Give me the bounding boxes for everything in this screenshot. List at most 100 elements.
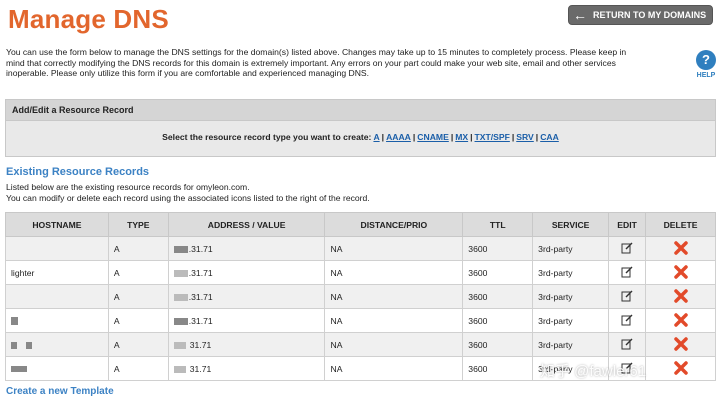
return-to-my-domains-button[interactable]: ← RETURN TO MY DOMAINS — [568, 5, 713, 25]
prio-cell: NA — [324, 260, 464, 285]
intro-line-2: mind that correctly modifying the DNS re… — [6, 57, 616, 68]
type-cell: A — [107, 284, 169, 309]
record-type-link-txt-spf[interactable]: TXT/SPF — [475, 132, 510, 142]
edit-cell — [608, 236, 647, 261]
prio-cell: NA — [324, 236, 464, 261]
service-cell: 3rd-party — [532, 236, 610, 261]
address-cell: 31.71 — [167, 332, 326, 357]
hostname-cell: lighter — [5, 260, 109, 285]
address-cell: 31.71 — [167, 356, 326, 381]
delete-icon[interactable] — [673, 240, 688, 255]
record-type-selector: Select the resource record type you want… — [6, 132, 715, 142]
redacted-block — [26, 341, 32, 349]
record-type-link-caa[interactable]: CAA — [540, 132, 559, 142]
address-value: 31.71 — [189, 363, 212, 374]
prio-cell: NA — [324, 284, 464, 309]
edit-icon[interactable] — [621, 338, 633, 350]
delete-cell — [645, 356, 716, 381]
edit-cell — [608, 284, 647, 309]
hostname-cell — [5, 308, 109, 333]
record-type-link-cname[interactable]: CNAME — [417, 132, 449, 142]
table-row: lighter A .31.71 NA 3600 3rd-party — [5, 260, 716, 285]
ttl-cell: 3600 — [462, 284, 534, 309]
separator: | — [470, 132, 473, 142]
header-type: TYPE — [107, 212, 169, 237]
redacted-block — [11, 317, 18, 326]
separator: | — [450, 132, 454, 142]
delete-icon[interactable] — [673, 336, 688, 351]
delete-cell — [645, 284, 716, 309]
intro-text: You can use the form below to manage the… — [6, 47, 678, 79]
records-desc-line-2: You can modify or delete each record usi… — [6, 192, 370, 203]
delete-icon[interactable] — [673, 312, 688, 327]
edit-cell — [608, 308, 647, 333]
edit-icon[interactable] — [621, 314, 633, 326]
service-cell: 3rd-party — [532, 308, 610, 333]
service-cell: 3rd-party — [532, 260, 610, 285]
address-cell: .31.71 — [167, 284, 326, 309]
type-cell: A — [107, 260, 169, 285]
service-cell: 3rd-party — [532, 332, 610, 357]
create-template-link[interactable]: Create a new Template — [6, 386, 114, 397]
prio-cell: NA — [324, 356, 464, 381]
record-type-link-aaaa[interactable]: AAAA — [386, 132, 411, 142]
record-type-link-srv[interactable]: SRV — [516, 132, 534, 142]
service-cell: 3rd-party — [532, 284, 610, 309]
record-type-link-mx[interactable]: MX — [455, 132, 468, 142]
intro-line-3: inoperable. Please only utilize this for… — [6, 68, 370, 79]
delete-icon[interactable] — [673, 264, 688, 279]
type-cell: A — [107, 236, 169, 261]
table-row: A .31.71 NA 3600 3rd-party — [5, 308, 716, 333]
record-type-prompt: Select the resource record type you want… — [162, 132, 372, 142]
ttl-cell: 3600 — [462, 308, 534, 333]
address-cell: .31.71 — [167, 260, 326, 285]
existing-records-title: Existing Resource Records — [6, 166, 150, 178]
delete-cell — [645, 260, 716, 285]
arrow-left-icon: ← — [573, 7, 587, 23]
delete-icon[interactable] — [673, 288, 688, 303]
prio-cell: NA — [324, 332, 464, 357]
address-value: .31.71 — [188, 291, 213, 302]
edit-icon[interactable] — [621, 242, 633, 254]
edit-icon[interactable] — [621, 290, 633, 302]
address-value: .31.71 — [188, 243, 213, 254]
prio-cell: NA — [324, 308, 464, 333]
address-value: 31.71 — [189, 339, 212, 350]
edit-icon[interactable] — [621, 266, 633, 278]
redacted-block — [173, 269, 188, 277]
redacted-block — [173, 365, 186, 373]
record-type-link-a[interactable]: A — [373, 132, 379, 142]
table-row: A 31.71 NA 3600 3rd-party — [5, 332, 716, 357]
redacted-block — [173, 245, 188, 253]
header-address: ADDRESS / VALUE — [167, 212, 326, 237]
delete-cell — [645, 236, 716, 261]
ttl-cell: 3600 — [462, 332, 534, 357]
address-cell: .31.71 — [167, 236, 326, 261]
page-title: Manage DNS — [8, 4, 169, 34]
help-label: HELP — [696, 72, 716, 79]
redacted-block — [173, 341, 186, 349]
header-hostname: HOSTNAME — [5, 212, 109, 237]
header-edit: EDIT — [608, 212, 647, 237]
header-delete: DELETE — [645, 212, 716, 237]
help-button[interactable]: ? HELP — [694, 50, 718, 79]
address-value: .31.71 — [188, 267, 213, 278]
redacted-block — [11, 341, 17, 349]
hostname-cell — [5, 236, 109, 261]
ttl-cell: 3600 — [462, 356, 534, 381]
table-row: A .31.71 NA 3600 3rd-party — [5, 236, 716, 261]
records-desc-line-1: Listed below are the existing resource r… — [6, 182, 250, 192]
table-row: A .31.71 NA 3600 3rd-party — [5, 284, 716, 309]
separator: | — [535, 132, 539, 142]
resource-records-table: HOSTNAME TYPE ADDRESS / VALUE DISTANCE/P… — [5, 212, 716, 381]
edit-cell — [608, 332, 647, 357]
separator: | — [381, 132, 385, 142]
hostname-cell — [5, 356, 109, 381]
redacted-block — [173, 293, 188, 301]
delete-icon[interactable] — [673, 360, 688, 375]
redacted-block — [173, 317, 188, 325]
type-cell: A — [107, 308, 169, 333]
help-icon: ? — [696, 50, 716, 70]
header-ttl: TTL — [462, 212, 534, 237]
add-edit-panel-title: Add/Edit a Resource Record — [6, 100, 715, 121]
